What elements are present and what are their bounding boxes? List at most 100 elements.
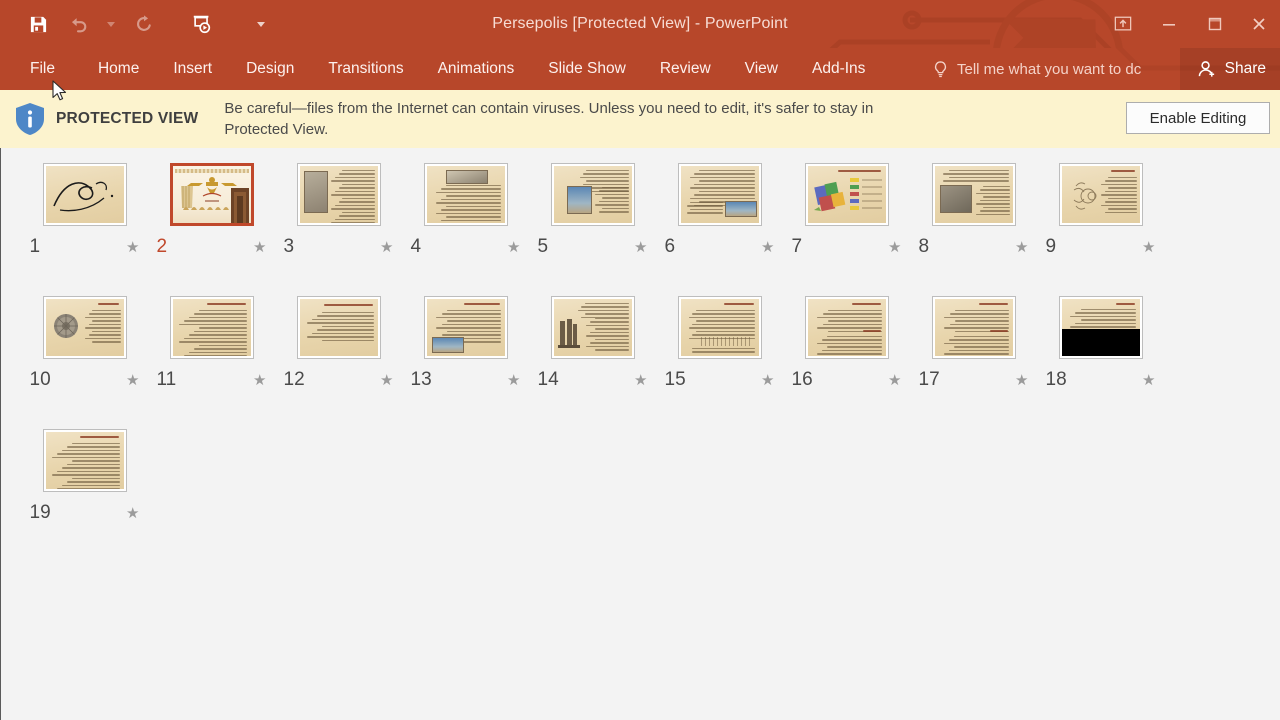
slide-cell[interactable]: 18 ★ bbox=[1037, 296, 1164, 429]
undo-button[interactable] bbox=[58, 4, 98, 44]
slide-cell[interactable]: 10 ★ bbox=[21, 296, 148, 429]
customize-qat-button[interactable] bbox=[248, 4, 274, 44]
animation-star-icon[interactable]: ★ bbox=[253, 240, 266, 255]
start-slideshow-button[interactable] bbox=[182, 4, 222, 44]
slide-cell[interactable]: 13 ★ bbox=[402, 296, 529, 429]
slide-cell[interactable]: 5 ★ bbox=[529, 163, 656, 296]
slide-caption: 3 ★ bbox=[280, 236, 398, 258]
animation-star-icon[interactable]: ★ bbox=[380, 373, 393, 388]
slide-thumbnail[interactable] bbox=[550, 163, 635, 226]
animation-star-icon[interactable]: ★ bbox=[1142, 373, 1155, 388]
slide-thumbnail[interactable] bbox=[42, 429, 127, 492]
close-button[interactable] bbox=[1238, 0, 1280, 48]
share-button[interactable]: Share bbox=[1179, 48, 1280, 90]
slide-cell[interactable]: 19 ★ bbox=[21, 429, 148, 562]
slide-cell[interactable]: 12 ★ bbox=[275, 296, 402, 429]
slide-preview bbox=[553, 299, 632, 356]
slide-cell[interactable]: 14 ★ bbox=[529, 296, 656, 429]
animation-star-icon[interactable]: ★ bbox=[634, 373, 647, 388]
slide-thumbnail[interactable] bbox=[677, 163, 762, 226]
slide-thumbnail[interactable] bbox=[804, 296, 889, 359]
chart-graphic bbox=[813, 178, 882, 212]
animation-star-icon[interactable]: ★ bbox=[1142, 240, 1155, 255]
minimize-button[interactable] bbox=[1146, 0, 1192, 48]
animation-star-icon[interactable]: ★ bbox=[761, 240, 774, 255]
slide-thumbnail[interactable] bbox=[423, 163, 508, 226]
animation-star-icon[interactable]: ★ bbox=[507, 240, 520, 255]
tab-review[interactable]: Review bbox=[643, 48, 728, 90]
slide-cell[interactable]: 3 ★ bbox=[275, 163, 402, 296]
animation-star-icon[interactable]: ★ bbox=[126, 240, 139, 255]
animation-star-icon[interactable]: ★ bbox=[1015, 240, 1028, 255]
slide-thumbnail[interactable] bbox=[677, 296, 762, 359]
redo-button[interactable] bbox=[124, 4, 164, 44]
tab-file[interactable]: File bbox=[0, 48, 81, 90]
animation-star-icon[interactable]: ★ bbox=[126, 506, 139, 521]
slide-cell[interactable]: 6 ★ bbox=[656, 163, 783, 296]
animation-star-icon[interactable]: ★ bbox=[1015, 373, 1028, 388]
slide-cell[interactable]: 15 ★ bbox=[656, 296, 783, 429]
tab-home[interactable]: Home bbox=[81, 48, 156, 90]
slide-thumbnail[interactable] bbox=[169, 296, 254, 359]
animation-star-icon[interactable]: ★ bbox=[126, 373, 139, 388]
restore-button[interactable] bbox=[1192, 0, 1238, 48]
slide-thumbnail[interactable] bbox=[42, 163, 127, 226]
tab-view[interactable]: View bbox=[728, 48, 795, 90]
slide-cell[interactable]: 16 ★ bbox=[783, 296, 910, 429]
powerpoint-window: Persepolis [Protected View] - PowerPoint bbox=[0, 0, 1280, 720]
slide-cell[interactable]: 11 ★ bbox=[148, 296, 275, 429]
slide-cell[interactable]: 9 ★ bbox=[1037, 163, 1164, 296]
slide-thumbnail[interactable] bbox=[1058, 163, 1143, 226]
slide-number: 11 bbox=[156, 369, 177, 390]
animation-star-icon[interactable]: ★ bbox=[888, 240, 901, 255]
animation-star-icon[interactable]: ★ bbox=[888, 373, 901, 388]
tab-transitions[interactable]: Transitions bbox=[311, 48, 420, 90]
window-controls bbox=[1100, 0, 1280, 48]
slide-number: 2 bbox=[156, 236, 168, 257]
slide-thumbnail[interactable] bbox=[931, 296, 1016, 359]
slide-cell[interactable]: 17 ★ bbox=[910, 296, 1037, 429]
enable-editing-button[interactable]: Enable Editing bbox=[1126, 102, 1270, 134]
slide-preview bbox=[680, 166, 759, 223]
slide-thumbnail[interactable] bbox=[296, 163, 381, 226]
slide-number: 9 bbox=[1045, 236, 1057, 257]
protected-view-badge: PROTECTED VIEW bbox=[56, 110, 199, 127]
animation-star-icon[interactable]: ★ bbox=[634, 240, 647, 255]
slide-caption: 4 ★ bbox=[407, 236, 525, 258]
slide-number: 8 bbox=[918, 236, 930, 257]
slide-thumbnail[interactable] bbox=[42, 296, 127, 359]
slide-cell[interactable]: 1 ★ bbox=[21, 163, 148, 296]
slide-thumbnail[interactable] bbox=[804, 163, 889, 226]
animation-star-icon[interactable]: ★ bbox=[507, 373, 520, 388]
redo-icon bbox=[137, 15, 151, 31]
tab-animations[interactable]: Animations bbox=[421, 48, 532, 90]
tab-design[interactable]: Design bbox=[229, 48, 311, 90]
slide-cell[interactable]: 7 ★ bbox=[783, 163, 910, 296]
animation-star-icon[interactable]: ★ bbox=[253, 373, 266, 388]
tab-add-ins[interactable]: Add-Ins bbox=[795, 48, 882, 90]
slide-sorter-pane[interactable]: 1 ★ 2 ★ 3 ★ 4 ★ 5 ★ 6 ★ 7 ★ 8 ★ 9 ★ 10 ★ 11 ★ 12 ★ 13 ★ 14 ★ 15 ★ 16 ★ 1… bbox=[0, 148, 1280, 720]
slide-thumbnail-selected[interactable] bbox=[169, 163, 254, 226]
slide-caption: 17 ★ bbox=[915, 369, 1033, 391]
undo-dropdown-button[interactable] bbox=[98, 4, 124, 44]
animation-star-icon[interactable]: ★ bbox=[380, 240, 393, 255]
slide-thumbnail[interactable] bbox=[296, 296, 381, 359]
tab-insert[interactable]: Insert bbox=[156, 48, 229, 90]
slide-preview bbox=[299, 166, 378, 223]
slide-cell[interactable]: 2 ★ bbox=[148, 163, 275, 296]
slide-thumbnail[interactable] bbox=[1058, 296, 1143, 359]
slide-thumbnail[interactable] bbox=[931, 163, 1016, 226]
slide-cell[interactable]: 4 ★ bbox=[402, 163, 529, 296]
tab-slide-show[interactable]: Slide Show bbox=[531, 48, 643, 90]
tell-me-search[interactable]: Tell me what you want to dc bbox=[932, 48, 1141, 90]
slide-thumbnail[interactable] bbox=[550, 296, 635, 359]
slide-thumbnail[interactable] bbox=[423, 296, 508, 359]
save-button[interactable] bbox=[18, 4, 58, 44]
slide-caption: 13 ★ bbox=[407, 369, 525, 391]
animation-star-icon[interactable]: ★ bbox=[761, 373, 774, 388]
slide-cell[interactable]: 8 ★ bbox=[910, 163, 1037, 296]
protected-view-bar: PROTECTED VIEW Be careful—files from the… bbox=[0, 90, 1280, 149]
ribbon-tabs: File Home Insert Design Transitions Anim… bbox=[0, 48, 882, 90]
ribbon-display-options-button[interactable] bbox=[1100, 0, 1146, 48]
slide-caption: 18 ★ bbox=[1042, 369, 1160, 391]
